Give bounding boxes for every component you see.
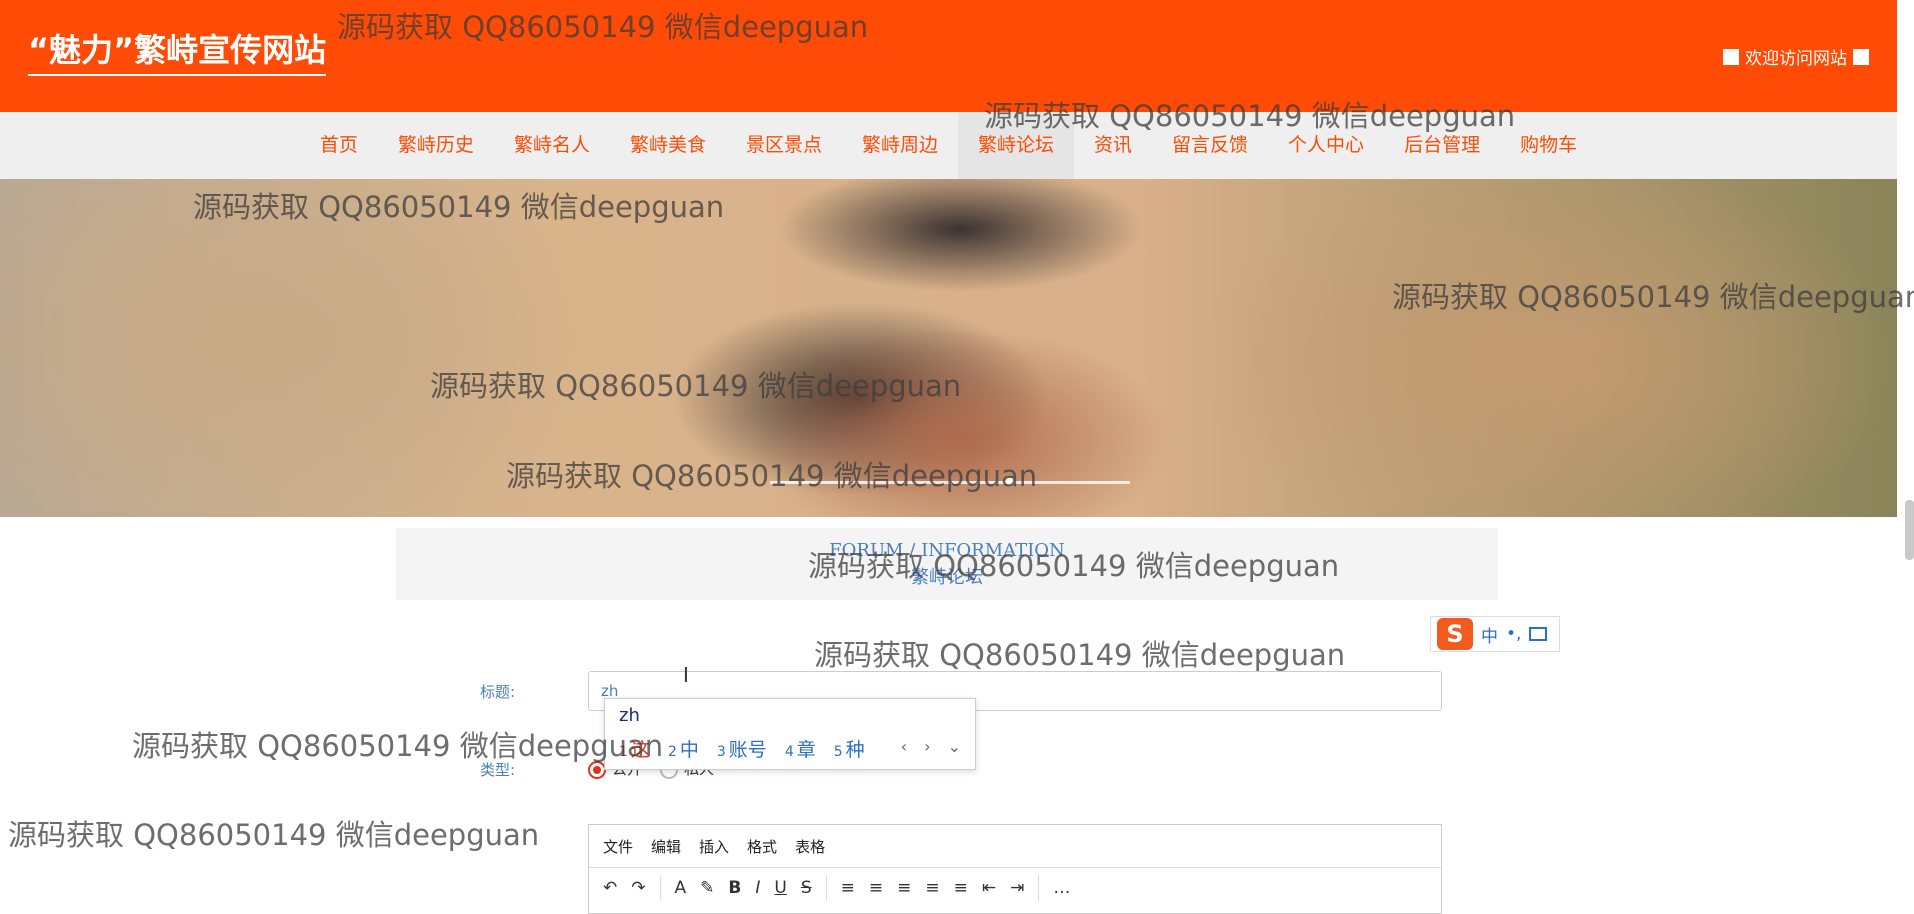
welcome-banner: 欢迎访问网站 [1723,44,1869,69]
ime-composition: zh [619,705,640,726]
nav-item-cart[interactable]: 购物车 [1500,112,1597,179]
bold-icon[interactable]: B [728,878,741,898]
ime-page-arrows[interactable]: ‹ › ⌄ [901,737,967,756]
editor-menu-file[interactable]: 文件 [603,836,633,857]
nav-item-admin[interactable]: 后台管理 [1384,112,1500,179]
ime-status-bar[interactable]: S 中 •, [1430,616,1560,652]
align-right-icon[interactable]: ≡ [925,878,939,898]
welcome-text: 欢迎访问网站 [1745,49,1847,69]
more-icon[interactable]: … [1053,878,1070,898]
square-icon [1853,48,1869,65]
type-label: 类型: [480,761,516,779]
indent-icon[interactable]: ⇥ [1010,878,1024,898]
header-bar: “魅力”繁峙宣传网站 欢迎访问网站 [0,0,1897,112]
ime-logo-icon[interactable]: S [1437,618,1473,650]
ime-candidate[interactable]: 3 账号 [717,735,767,762]
outdent-icon[interactable]: ⇤ [982,878,996,898]
nav-item-scenic-spots[interactable]: 景区景点 [726,112,842,179]
nav-item-feedback[interactable]: 留言反馈 [1152,112,1268,179]
ime-candidate-list: 1这 2中 3 账号 4章 5种 [619,735,865,762]
editor-toolbar: ↶ ↷ A ✎ B I U S ≡ ≡ ≡ ≡ ≡ ⇤ ⇥ … [589,868,1441,908]
text-color-icon[interactable]: A [675,878,687,898]
undo-icon[interactable]: ↶ [603,878,617,898]
hero-banner-image [0,179,1897,517]
ime-candidate-popup: zh 1这 2中 3 账号 4章 5种 ‹ › ⌄ [604,698,976,770]
nav-item-forum[interactable]: 繁峙论坛 [958,112,1075,179]
editor-menu-insert[interactable]: 插入 [699,836,729,857]
toolbar-divider [1038,875,1040,901]
strikethrough-icon[interactable]: S [801,878,812,898]
ime-candidate[interactable]: 5种 [834,735,865,762]
highlight-icon[interactable]: ✎ [700,878,714,898]
ime-candidate[interactable]: 1这 [619,735,650,762]
ime-candidate[interactable]: 4章 [785,735,816,762]
align-justify-icon[interactable]: ≡ [954,878,968,898]
nav-item-food[interactable]: 繁峙美食 [610,112,726,179]
line-height-icon[interactable]: ≡ [841,878,855,898]
editor-menu-format[interactable]: 格式 [747,836,777,857]
toolbar-divider [825,875,827,901]
nav-item-profile[interactable]: 个人中心 [1268,112,1384,179]
watermark: 源码获取 QQ86050149 微信deepguan [132,729,664,763]
watermark: 源码获取 QQ86050149 微信deepguan [814,638,1346,672]
nav-item-home[interactable]: 首页 [300,112,378,179]
section-title-en: FORUM / INFORMATION [829,540,1065,561]
site-title[interactable]: “魅力”繁峙宣传网站 [28,30,327,76]
nav-item-news[interactable]: 资讯 [1074,112,1152,179]
main-nav: 首页 繁峙历史 繁峙名人 繁峙美食 景区景点 繁峙周边 繁峙论坛 资讯 留言反馈… [0,112,1897,179]
ime-candidate[interactable]: 2中 [668,735,699,762]
editor-menu-edit[interactable]: 编辑 [651,836,681,857]
text-cursor-icon: I [683,663,689,687]
title-label: 标题: [480,683,516,701]
editor-menubar: 文件 编辑 插入 格式 表格 [589,825,1441,868]
carousel-dot[interactable] [1005,477,1013,485]
underline-icon[interactable]: U [774,878,786,898]
italic-icon[interactable]: I [755,878,760,898]
nav-item-surroundings[interactable]: 繁峙周边 [842,112,958,179]
section-title-cn: 繁峙论坛 [911,567,983,588]
watermark: 源码获取 QQ86050149 微信deepguan [8,818,540,852]
keyboard-icon[interactable] [1529,627,1548,641]
editor-menu-table[interactable]: 表格 [795,836,825,857]
toolbar-divider [659,875,661,901]
ime-mode-toggle[interactable]: 中 [1481,622,1498,647]
page-scrollbar[interactable] [1905,500,1914,560]
redo-icon[interactable]: ↷ [631,878,645,898]
nav-item-celebrities[interactable]: 繁峙名人 [494,112,610,179]
align-center-icon[interactable]: ≡ [897,878,911,898]
carousel-indicator[interactable] [770,481,1130,484]
ime-punctuation-toggle[interactable]: •, [1506,624,1521,644]
align-left-icon[interactable]: ≡ [869,878,883,898]
nav-item-history[interactable]: 繁峙历史 [378,112,494,179]
rich-text-editor[interactable]: 文件 编辑 插入 格式 表格 ↶ ↷ A ✎ B I U S ≡ ≡ ≡ ≡ ≡… [588,824,1442,914]
section-header: FORUM / INFORMATION 繁峙论坛 [396,528,1498,600]
square-icon [1723,48,1739,65]
